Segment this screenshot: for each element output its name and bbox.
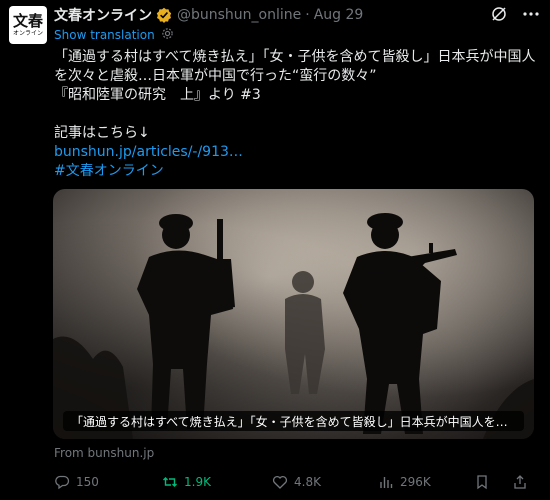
read-more-text: 記事はこちら↓	[54, 125, 150, 141]
share-icon	[514, 475, 526, 489]
header-icons	[490, 5, 540, 27]
repost-count: 1.9K	[184, 475, 211, 489]
share-button[interactable]	[512, 474, 528, 490]
heart-icon	[272, 475, 288, 489]
soldiers-silhouette-image	[53, 213, 534, 439]
avatar[interactable]: 文春 オンライン	[9, 6, 47, 44]
link-card-image[interactable]: 「通過する村はすべて焼き払え」「女・子供を含めて皆殺し」日本兵が中国人を…	[53, 189, 534, 439]
avatar-logo-subtext: オンライン	[12, 30, 43, 37]
bookmark-icon	[477, 475, 487, 490]
post-text: 「通過する村はすべて焼き払え」「女・子供を含めて皆殺し」日本兵が中国人 を次々と…	[54, 48, 542, 181]
reply-icon	[55, 475, 70, 490]
post-text-line: を次々と虐殺…日本軍が中国で行った“蛮行の数々”	[54, 68, 377, 84]
gear-icon[interactable]	[161, 27, 174, 43]
more-options-icon[interactable]	[522, 5, 540, 27]
post-date[interactable]: Aug 29	[314, 7, 364, 23]
separator-dot: ·	[305, 7, 310, 23]
reply-button[interactable]: 150	[54, 474, 99, 490]
account-handle[interactable]: @bunshun_online	[177, 7, 301, 23]
avatar-logo-text: 文春	[12, 12, 43, 30]
repost-icon	[163, 477, 177, 487]
post-text-line: 『昭和陸軍の研究 上』より #3	[54, 87, 261, 103]
bookmark-button[interactable]	[474, 474, 490, 490]
action-bar: 150 1.9K 4.8K 296K	[54, 472, 534, 492]
verified-badge-icon	[156, 7, 172, 23]
views-chart-icon	[380, 477, 393, 488]
grok-icon[interactable]	[490, 5, 508, 27]
article-link[interactable]: bunshun.jp/articles/-/913…	[54, 143, 542, 162]
views-count: 296K	[400, 475, 431, 489]
like-button[interactable]: 4.8K	[272, 474, 321, 490]
hashtag-link[interactable]: #文春オンライン	[54, 162, 542, 181]
show-translation-link[interactable]: Show translation	[54, 27, 174, 43]
link-source[interactable]: From bunshun.jp	[54, 446, 154, 460]
link-card-title[interactable]: 「通過する村はすべて焼き払え」「女・子供を含めて皆殺し」日本兵が中国人を…	[63, 411, 524, 431]
post-header: 文春オンライン @bunshun_online · Aug 29	[54, 5, 540, 25]
show-translation-label: Show translation	[54, 28, 155, 42]
account-name[interactable]: 文春オンライン	[54, 5, 152, 25]
reply-count: 150	[76, 475, 99, 489]
views-button[interactable]: 296K	[378, 474, 431, 490]
post-text-line: 「通過する村はすべて焼き払え」「女・子供を含めて皆殺し」日本兵が中国人	[54, 49, 536, 65]
like-count: 4.8K	[294, 475, 321, 489]
repost-button[interactable]: 1.9K	[162, 474, 211, 490]
